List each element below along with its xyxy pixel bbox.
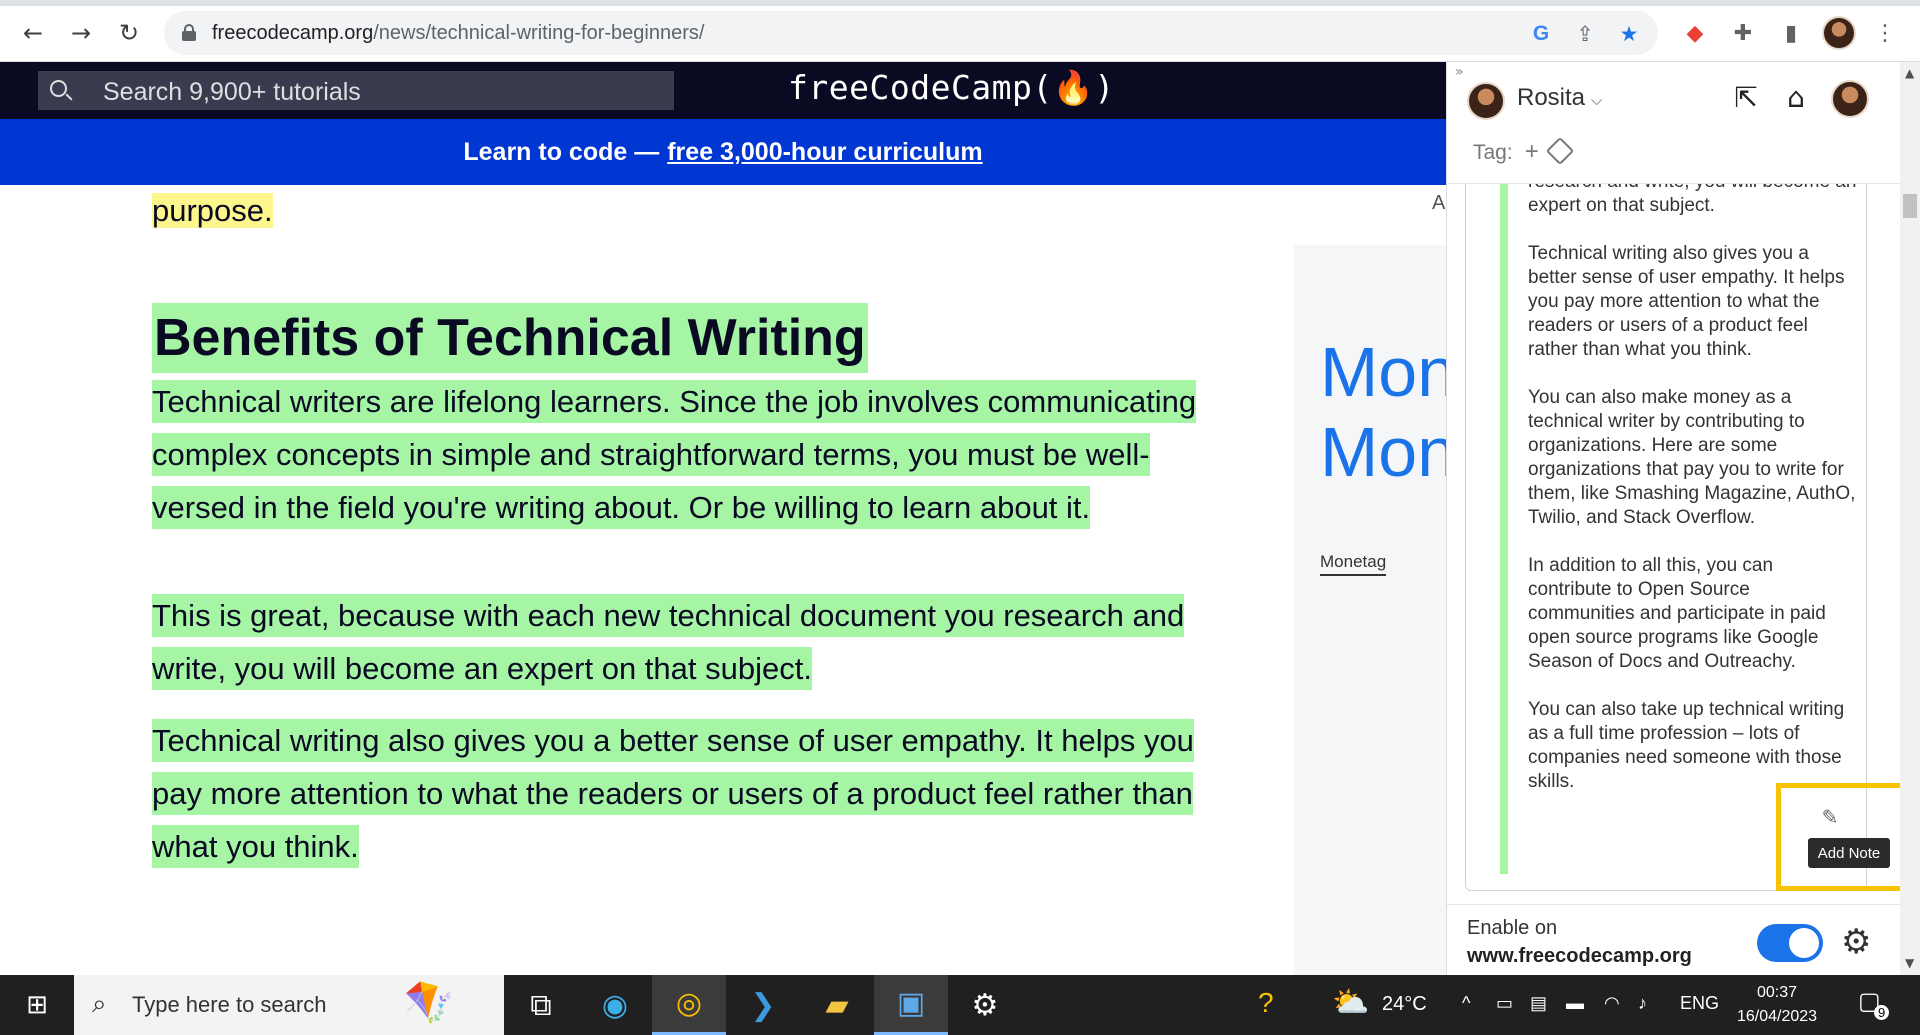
scroll-down-icon[interactable]: ▼ — [1905, 956, 1914, 970]
paragraph-1: Technical writers are lifelong learners.… — [152, 375, 1232, 534]
collapse-icon[interactable]: » — [1455, 64, 1464, 80]
curriculum-link[interactable]: free 3,000-hour curriculum — [667, 138, 982, 167]
tutorial-search-input[interactable]: Search 9,900+ tutorials — [38, 71, 674, 110]
profile-avatar[interactable] — [1822, 16, 1856, 50]
add-tag-icon[interactable]: + — [1525, 138, 1539, 165]
clock-time: 00:37 — [1756, 984, 1798, 1001]
url-text[interactable]: freecodecamp.org/news/technical-writing-… — [212, 22, 704, 45]
page-scrollbar[interactable]: ▲ ▼ — [1900, 62, 1920, 975]
promo-banner: Learn to code — free 3,000-hour curricul… — [0, 119, 1446, 185]
browser-toolbar: ← → ↻ freecodecamp.org/news/technical-wr… — [0, 0, 1920, 62]
bookmark-star-icon[interactable]: ★ — [1616, 21, 1642, 47]
language-indicator[interactable]: ENG — [1680, 993, 1719, 1014]
address-bar[interactable]: freecodecamp.org/news/technical-writing-… — [164, 11, 1658, 55]
enable-toggle[interactable] — [1757, 924, 1823, 962]
username: Rosita — [1517, 84, 1586, 111]
user-switcher[interactable]: Rosita ⌵ — [1517, 84, 1602, 112]
scroll-up-icon[interactable]: ▲ — [1905, 66, 1914, 80]
meet-now-icon[interactable]: ▭ — [1496, 993, 1513, 1014]
battery-saver-icon[interactable]: ▤ — [1530, 993, 1547, 1014]
section-heading: Benefits of Technical Writing — [152, 303, 868, 373]
enable-label: Enable on www.freecodecamp.org — [1467, 914, 1692, 970]
note-paragraph: Technical writing also gives you a bette… — [1528, 243, 1845, 360]
extension-colorful-icon[interactable]: ◆ — [1678, 16, 1712, 50]
battery-icon[interactable]: ▬ — [1566, 993, 1584, 1014]
windows-taskbar: ⊞ ⌕ Type here to search 🪁 ⧉ ◉ ◎ ❯ ▰ ▣ ⚙ … — [0, 975, 1920, 1035]
divider — [1447, 904, 1901, 905]
search-icon — [50, 80, 67, 97]
back-icon[interactable]: ← — [16, 16, 50, 50]
note-paragraph: research and write, you will become an e… — [1528, 184, 1856, 216]
clock-date: 16/04/2023 — [1736, 1008, 1818, 1025]
chrome-icon[interactable]: ◎ — [652, 975, 726, 1035]
tag-icon[interactable] — [1545, 136, 1575, 166]
tab-strip-edge — [0, 0, 1920, 6]
fcc-header: Search 9,900+ tutorials freeCodeCamp(🔥) — [0, 62, 1446, 119]
ad-title[interactable]: Mon Mon — [1320, 332, 1446, 492]
fcc-logo[interactable]: freeCodeCamp(🔥) — [788, 68, 1115, 108]
highlight-color-bar — [1500, 184, 1508, 874]
side-panel-icon[interactable]: ▮ — [1774, 16, 1808, 50]
gear-icon[interactable]: ⚙ — [1841, 922, 1871, 962]
google-lens-icon[interactable]: G — [1528, 21, 1554, 47]
taskbar-search-box[interactable]: ⌕ Type here to search 🪁 — [74, 975, 504, 1035]
note-paragraph: In addition to all this, you can contrib… — [1528, 555, 1826, 672]
extensions-puzzle-icon[interactable]: ✚ — [1726, 16, 1760, 50]
chevron-down-icon: ⌵ — [1591, 92, 1603, 109]
kite-doodle-icon[interactable]: 🪁 — [404, 979, 454, 1026]
ad-label: A — [1432, 192, 1446, 214]
vscode-icon[interactable]: ❯ — [726, 975, 800, 1035]
paragraph-2: This is great, because with each new tec… — [152, 589, 1232, 695]
notification-count-badge: 9 — [1874, 1005, 1890, 1020]
volume-icon[interactable]: ♪ — [1638, 993, 1647, 1014]
reload-icon[interactable]: ↻ — [112, 16, 146, 50]
show-hidden-icons[interactable]: ^ — [1462, 993, 1470, 1014]
system-clock[interactable]: 00:37 16/04/2023 — [1732, 981, 1822, 1029]
wifi-icon[interactable]: ◠ — [1604, 993, 1620, 1014]
tag-row: Tag: + — [1473, 138, 1539, 166]
note-paragraph: You can also take up technical writing a… — [1528, 699, 1845, 792]
ad-brand-link[interactable]: Monetag — [1320, 552, 1387, 576]
web-page: Search 9,900+ tutorials freeCodeCamp(🔥) … — [0, 62, 1446, 975]
tag-label: Tag: — [1473, 141, 1513, 164]
task-view-icon[interactable]: ⧉ — [504, 975, 578, 1035]
scroll-thumb[interactable] — [1903, 194, 1917, 218]
enable-site: www.freecodecamp.org — [1467, 945, 1692, 967]
open-external-icon[interactable]: ⇱ — [1729, 80, 1763, 114]
settings-gear-icon[interactable]: ⚙ — [948, 975, 1022, 1035]
highlight-text: research and write, you will become an e… — [1528, 184, 1858, 818]
profile-avatar-small[interactable] — [1831, 80, 1869, 118]
user-avatar — [1467, 82, 1505, 120]
banner-text: Learn to code — — [463, 137, 660, 166]
edge-browser-icon[interactable]: ◉ — [578, 975, 652, 1035]
forward-icon[interactable]: → — [64, 16, 98, 50]
taskbar-search-placeholder: Type here to search — [132, 992, 327, 1017]
menu-kebab-icon[interactable]: ⋮ — [1868, 16, 1902, 50]
photos-icon[interactable]: ▣ — [874, 975, 948, 1035]
weather-icon[interactable]: ⛅ — [1332, 985, 1369, 1020]
file-explorer-icon[interactable]: ▰ — [800, 975, 874, 1035]
previous-paragraph-fragment: purpose. — [152, 193, 273, 228]
help-icon[interactable]: ? — [1258, 987, 1274, 1019]
lock-icon[interactable] — [182, 24, 196, 41]
search-placeholder: Search 9,900+ tutorials — [103, 78, 361, 106]
share-icon[interactable]: ⇪ — [1572, 21, 1598, 47]
home-icon[interactable]: ⌂ — [1779, 80, 1813, 114]
temperature[interactable]: 24°C — [1382, 993, 1427, 1016]
paragraph-3: Technical writing also gives you a bette… — [152, 714, 1232, 873]
note-paragraph: You can also make money as a technical w… — [1528, 387, 1856, 528]
annotation-highlight-box — [1776, 783, 1914, 891]
windows-start-icon[interactable]: ⊞ — [0, 975, 74, 1035]
search-icon: ⌕ — [92, 989, 107, 1019]
